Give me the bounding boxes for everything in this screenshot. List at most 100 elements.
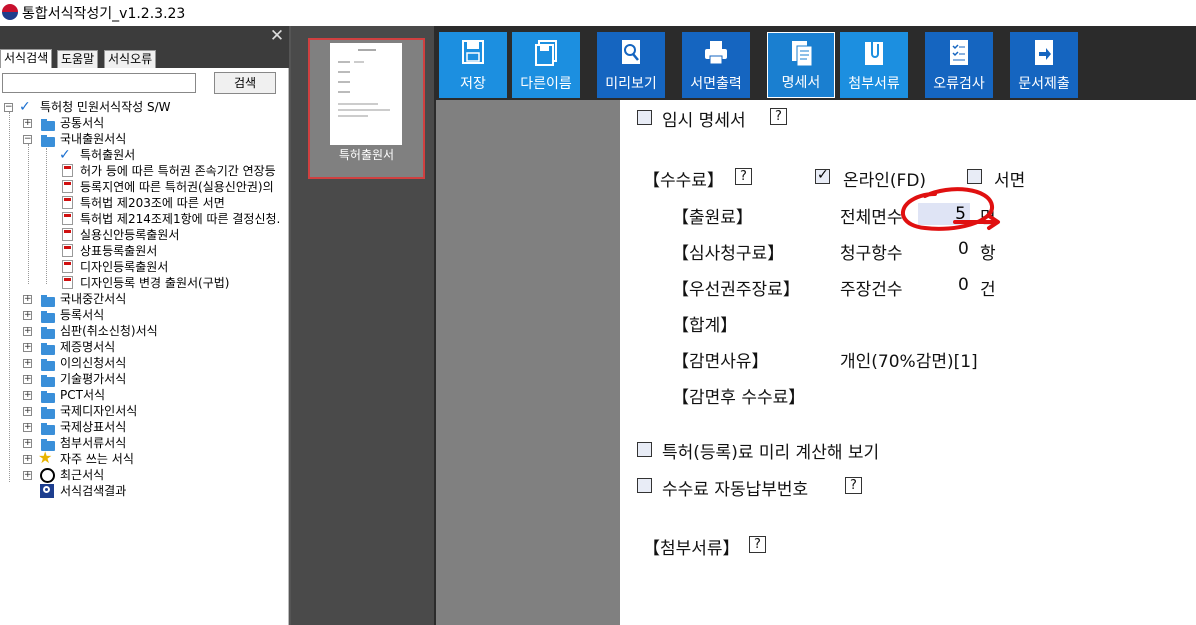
submit-document-button[interactable]: 문서제출 [1010, 32, 1078, 98]
tree-item-form[interactable]: 허가 등에 따른 특허권 존속기간 연장등 [80, 163, 289, 179]
preview-button[interactable]: 미리보기 [597, 32, 665, 98]
document-icon [62, 196, 73, 209]
precalc-checkbox[interactable] [637, 442, 652, 457]
expand-toggle[interactable]: + [23, 343, 32, 352]
tree-item-folder[interactable]: 기술평가서식 [60, 371, 126, 387]
save-button[interactable]: 저장 [439, 32, 507, 98]
tree-item-domestic[interactable]: 국내출원서식 [60, 131, 126, 147]
tree-item-recent[interactable]: 최근서식 [60, 467, 104, 483]
tree-item-folder[interactable]: 심판(취소신청)서식 [60, 323, 158, 339]
fee-header: 【수수료】 [643, 171, 724, 191]
tree-item-form[interactable]: 특허법 제214조제1항에 따른 결정신청. [80, 211, 289, 227]
tree-item-folder[interactable]: 제증명서식 [60, 339, 115, 355]
tab-help[interactable]: 도움말 [57, 50, 99, 68]
search-input[interactable] [2, 73, 196, 93]
attachments-section-label: 【첨부서류】 [643, 539, 740, 559]
attachments-label: 첨부서류 [848, 76, 900, 92]
collapse-toggle[interactable]: − [4, 103, 13, 112]
specification-button[interactable]: 명세서 [767, 32, 835, 98]
specification-icon [792, 41, 813, 67]
priority-fee-label: 【우선권주장료】 [672, 280, 800, 300]
close-icon[interactable]: ✕ [268, 27, 286, 45]
application-fee-label: 【출원료】 [672, 208, 753, 228]
paper-checkbox[interactable] [967, 169, 982, 184]
attachments-button[interactable]: 첨부서류 [840, 32, 908, 98]
expand-toggle[interactable]: + [23, 295, 32, 304]
tree-item-patent-application[interactable]: 특허출원서 [80, 147, 135, 163]
total-label: 【합계】 [672, 316, 738, 336]
tree-item-favorites[interactable]: 자주 쓰는 서식 [60, 451, 134, 467]
document-icon [62, 164, 73, 177]
tree-item-folder[interactable]: PCT서식 [60, 387, 105, 403]
folder-icon [41, 375, 55, 387]
tree-line [28, 144, 29, 284]
claims-value[interactable]: 0 [958, 239, 969, 259]
expand-toggle[interactable]: + [23, 471, 32, 480]
expand-toggle[interactable]: + [23, 327, 32, 336]
print-button[interactable]: 서면출력 [682, 32, 750, 98]
folder-icon [41, 343, 55, 355]
attachments-help-button[interactable]: ? [749, 536, 766, 553]
preview-icon [622, 40, 640, 64]
tree-line [9, 112, 10, 482]
tree-item-folder[interactable]: 국제디자인서식 [60, 403, 137, 419]
search-button[interactable]: 검색 [214, 72, 276, 94]
save-icon [462, 40, 484, 64]
tree-item-folder[interactable]: 첨부서류서식 [60, 435, 126, 451]
temp-spec-checkbox[interactable] [637, 110, 652, 125]
expand-toggle[interactable]: + [23, 359, 32, 368]
tree-item-form[interactable]: 특허법 제203조에 따른 서면 [80, 195, 225, 211]
auto-payment-label: 수수료 자동납부번호 [662, 480, 809, 500]
error-check-button[interactable]: 오류검사 [925, 32, 993, 98]
tree-item-folder[interactable]: 국내중간서식 [60, 291, 126, 307]
expand-toggle[interactable]: + [23, 455, 32, 464]
folder-icon [41, 135, 55, 147]
priority-value[interactable]: 0 [958, 275, 969, 295]
tab-form-search[interactable]: 서식검색 [0, 49, 53, 68]
window-title: 통합서식작성기_v1.2.3.23 [22, 6, 186, 22]
expand-toggle[interactable]: + [23, 439, 32, 448]
document-icon [62, 180, 73, 193]
auto-payment-checkbox[interactable] [637, 478, 652, 493]
tree-item-search-results[interactable]: 서식검색결과 [60, 483, 126, 499]
online-checkbox[interactable] [815, 167, 830, 184]
expand-toggle[interactable]: + [23, 311, 32, 320]
tab-form-errors[interactable]: 서식오류 [104, 50, 157, 68]
help-button[interactable]: ? [770, 108, 787, 125]
tree-item-common[interactable]: 공통서식 [60, 115, 104, 131]
fee-help-button[interactable]: ? [735, 168, 752, 185]
expand-toggle[interactable]: + [23, 423, 32, 432]
tree-item-folder[interactable]: 등록서식 [60, 307, 104, 323]
preview-label: 미리보기 [605, 76, 657, 92]
exam-fee-label: 【심사청구료】 [672, 244, 785, 264]
expand-toggle[interactable]: + [23, 375, 32, 384]
tree-item-form[interactable]: 실용신안등록출원서 [80, 227, 179, 243]
tree-item-form[interactable]: 상표등록출원서 [80, 243, 157, 259]
document-background [436, 100, 620, 625]
folder-icon [41, 295, 55, 307]
save-as-button[interactable]: 다른이름 [512, 32, 580, 98]
expand-toggle[interactable]: + [23, 391, 32, 400]
tree-root[interactable]: 특허청 민원서식작성 S/W [40, 99, 171, 115]
temp-spec-label: 임시 명세서 [662, 111, 746, 131]
submit-icon [1035, 40, 1053, 65]
magnifier-icon [43, 486, 50, 493]
reduction-reason-value[interactable]: 개인(70%감면)[1] [840, 347, 978, 372]
claims-unit: 항 [980, 244, 996, 264]
expand-toggle[interactable]: + [23, 407, 32, 416]
expand-toggle[interactable]: + [23, 119, 32, 128]
auto-payment-help-button[interactable]: ? [845, 477, 862, 494]
left-panel-header [0, 26, 289, 48]
tree-item-form[interactable]: 등록지연에 따른 특허권(실용신안권)의 [80, 179, 289, 195]
tree-item-folder[interactable]: 이의신청서식 [60, 355, 126, 371]
attachment-icon [865, 41, 883, 65]
star-icon: ★ [38, 448, 53, 467]
thumbnail-page-preview [330, 43, 402, 145]
collapse-toggle[interactable]: − [23, 135, 32, 144]
tree-item-folder[interactable]: 국제상표서식 [60, 419, 126, 435]
tree-item-form[interactable]: 디자인등록 변경 출원서(구법) [80, 275, 229, 291]
clock-icon [40, 468, 55, 483]
document-icon [62, 276, 73, 289]
tree-item-form[interactable]: 디자인등록출원서 [80, 259, 168, 275]
checkmark-icon: ✓ [19, 99, 31, 115]
